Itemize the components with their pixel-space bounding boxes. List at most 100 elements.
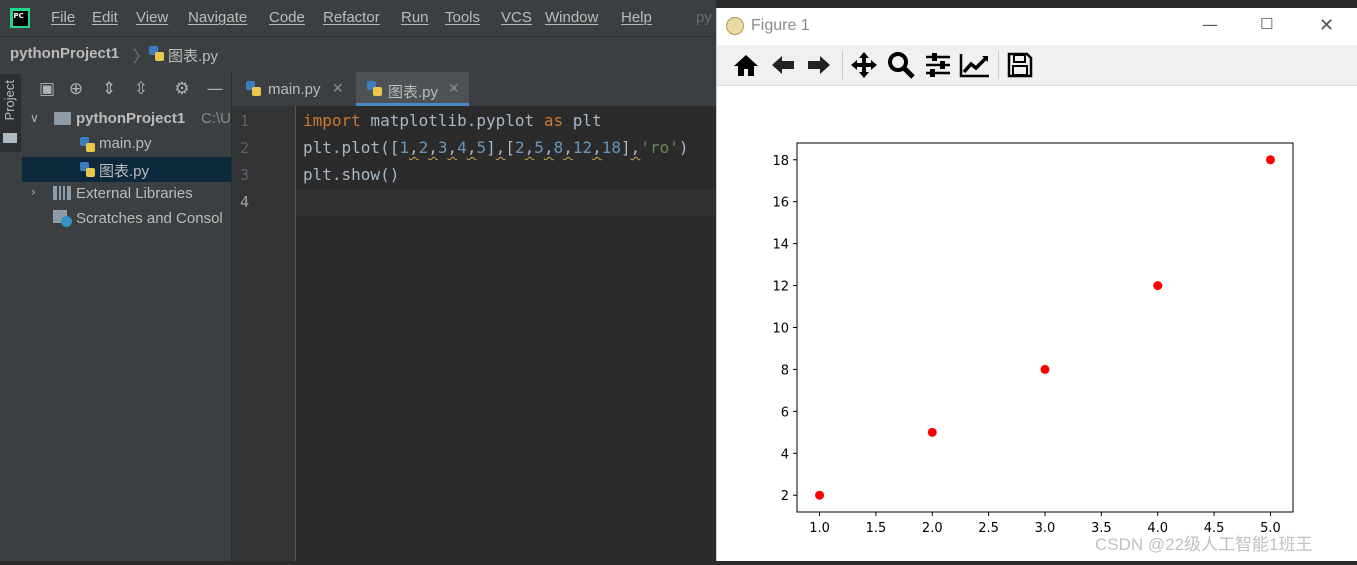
close-icon[interactable]: ✕ <box>332 81 344 97</box>
zoom-icon[interactable] <box>885 49 917 81</box>
expand-all-icon[interactable]: ⇕ <box>99 80 119 98</box>
pan-icon[interactable] <box>848 49 880 81</box>
axes-frame <box>796 142 1294 513</box>
y-tick-label: 2 <box>781 489 789 504</box>
menu-edit[interactable]: Edit <box>92 9 118 26</box>
python-file-icon <box>80 162 96 178</box>
toolbar-separator <box>842 51 843 79</box>
file-label-main-py: main.py <box>99 135 152 152</box>
y-tick-label: 12 <box>772 280 789 295</box>
watermark-text: CSDN @22级人工智能1班王 <box>1095 535 1313 554</box>
tab-chart-py-label: 图表.py <box>388 84 439 101</box>
x-tick-label: 2.5 <box>978 521 999 536</box>
code-line-1[interactable]: import matplotlib.pyplot as plt <box>303 111 602 130</box>
y-tick-label: 4 <box>781 447 789 462</box>
code-number: 12 <box>572 138 593 157</box>
code-number: 18 <box>601 138 622 157</box>
project-root-path: C:\U <box>201 110 231 127</box>
code-line-3[interactable]: plt.show() <box>303 165 399 184</box>
code-number: 8 <box>553 138 564 157</box>
menu-run[interactable]: Run <box>401 9 429 26</box>
x-tick-label: 1.5 <box>866 521 887 536</box>
code-number: 1 <box>399 138 409 157</box>
code-paren: ) <box>678 138 689 157</box>
y-tick-label: 10 <box>772 322 789 337</box>
breadcrumb-separator-icon: 〉 <box>133 47 150 66</box>
y-tick-label: 8 <box>781 363 789 378</box>
hide-panel-icon[interactable]: — <box>205 80 225 98</box>
code-alias: plt <box>563 111 602 130</box>
python-file-icon <box>80 137 96 153</box>
code-string: 'ro' <box>640 138 679 157</box>
external-libraries-label: External Libraries <box>76 185 193 202</box>
figure-canvas[interactable]: 1.0 1.5 2.0 2.5 3.0 3.5 4.0 4.5 5.0 2 4 6 8 10 12 14 16 1… <box>717 86 1357 561</box>
code-number: 4 <box>457 138 467 157</box>
menu-window[interactable]: Window <box>545 9 598 26</box>
gear-icon[interactable]: ⚙ <box>172 80 192 98</box>
tab-main-py-label: main.py <box>268 81 321 98</box>
code-line-2[interactable]: plt.plot([1,2,3,4,5],[2,5,8,12,18],'ro') <box>303 138 688 157</box>
menu-tools[interactable]: Tools <box>445 9 480 26</box>
data-point <box>1153 281 1163 291</box>
matplotlib-icon <box>726 17 744 35</box>
maximize-icon[interactable]: ☐ <box>1260 15 1273 33</box>
clock-icon <box>61 216 72 227</box>
current-line-highlight <box>296 189 716 216</box>
folder-icon <box>3 133 17 143</box>
locate-file-icon[interactable]: ⊕ <box>66 80 86 98</box>
home-icon[interactable] <box>730 49 762 81</box>
code-number: 5 <box>534 138 544 157</box>
breadcrumb-project[interactable]: pythonProject1 <box>10 45 119 62</box>
menu-bar: PC File Edit View Navigate Code Refactor… <box>0 0 716 36</box>
x-tick-label: 1.0 <box>809 521 830 536</box>
save-icon[interactable] <box>1004 49 1036 81</box>
data-point <box>1265 155 1275 165</box>
line-number: 1 <box>240 112 250 130</box>
figure-title: Figure 1 <box>751 17 810 34</box>
code-keyword: import <box>303 111 361 130</box>
code-number: 2 <box>418 138 429 157</box>
code-number: 3 <box>437 138 448 157</box>
pycharm-logo-icon: PC <box>10 8 30 28</box>
y-tick-label: 18 <box>772 154 789 169</box>
menu-vcs[interactable]: VCS <box>501 9 532 26</box>
code-call: plt.plot([ <box>303 138 400 157</box>
edit-axes-icon[interactable] <box>959 49 991 81</box>
x-tick-label: 3.0 <box>1035 521 1056 536</box>
minimize-icon[interactable]: — <box>1202 15 1218 34</box>
close-icon[interactable]: ✕ <box>448 81 460 97</box>
menu-code[interactable]: Code <box>269 9 305 26</box>
menu-navigate[interactable]: Navigate <box>188 9 247 26</box>
menu-help[interactable]: Help <box>621 9 652 26</box>
configure-subplots-icon[interactable] <box>922 49 954 81</box>
menu-refactor[interactable]: Refactor <box>323 9 380 26</box>
code-number: 5 <box>476 138 487 157</box>
figure-window: Figure 1 — ☐ ✕ 1.0 1.5 2.0 2.5 3.0 3.5 4… <box>716 8 1357 561</box>
project-tool-tab-label[interactable]: Project <box>2 80 17 120</box>
project-root-label: pythonProject1 <box>76 110 186 127</box>
file-label-chart-py: 图表.py <box>99 163 150 180</box>
menu-view[interactable]: View <box>136 9 168 26</box>
window-title-fragment: py <box>696 9 712 26</box>
scratches-label: Scratches and Consol <box>76 210 223 227</box>
collapse-all-icon[interactable]: ⇳ <box>131 80 151 98</box>
line-number: 4 <box>240 193 250 211</box>
python-file-icon <box>246 81 262 97</box>
data-point <box>927 427 937 437</box>
menu-file[interactable]: File <box>51 9 75 26</box>
code-number: 2 <box>515 138 525 157</box>
data-point <box>1040 364 1050 374</box>
chevron-down-icon[interactable]: ∨ <box>30 111 39 125</box>
back-icon[interactable] <box>767 49 799 81</box>
figure-toolbar <box>717 45 1357 86</box>
code-bracket: [ <box>505 138 516 157</box>
y-tick-label: 16 <box>772 196 789 211</box>
forward-icon[interactable] <box>803 49 835 81</box>
panel-layout-icon[interactable]: ▣ <box>37 80 57 98</box>
close-icon[interactable]: ✕ <box>1319 15 1334 36</box>
breadcrumb-file[interactable]: 图表.py <box>168 45 218 66</box>
code-module: matplotlib.pyplot <box>360 111 544 130</box>
chevron-right-icon[interactable]: › <box>31 185 36 199</box>
y-tick-label: 14 <box>772 238 789 253</box>
toolbar-separator <box>998 51 999 79</box>
